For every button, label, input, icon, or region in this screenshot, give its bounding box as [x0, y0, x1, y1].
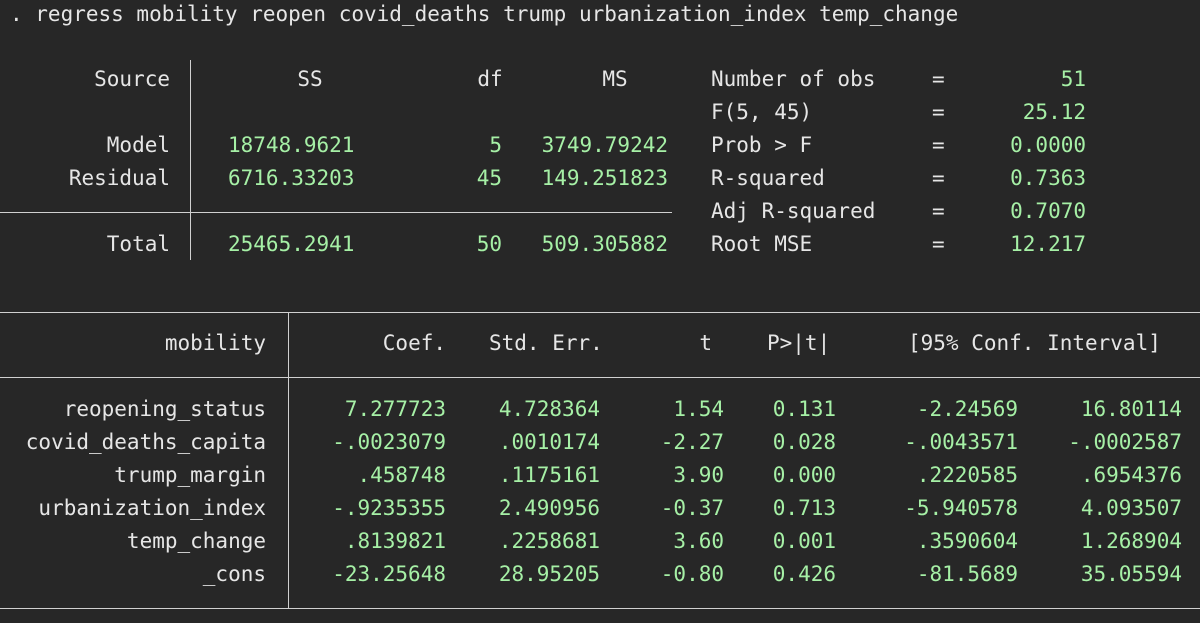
anova-row-ss: 18748.9621 — [228, 133, 355, 157]
coef-header-depvar: mobility — [164, 331, 266, 355]
coef-top-rule — [0, 312, 1200, 313]
anova-total-ms: 509.305882 — [541, 232, 668, 256]
stat-eq: = — [932, 199, 945, 223]
coef-row-ci-hi: .6954376 — [1080, 463, 1182, 487]
coef-vertical-rule — [288, 312, 289, 608]
coef-row-se: 2.490956 — [498, 496, 600, 520]
coef-row-t: -2.27 — [660, 430, 724, 454]
coef-bottom-rule — [0, 608, 1200, 609]
anova-row-source: Residual — [68, 166, 170, 190]
coef-header-coef: Coef. — [382, 331, 446, 355]
coef-header-ci: [95% Conf. Interval] — [908, 331, 1161, 355]
coef-row-ci-lo: -2.24569 — [916, 397, 1018, 421]
anova-header-ms: MS — [602, 67, 628, 91]
stat-value: 0.7070 — [1010, 199, 1086, 223]
stat-eq: = — [932, 100, 945, 124]
stat-value: 25.12 — [1022, 100, 1086, 124]
coef-row-coef: -.0023079 — [332, 430, 446, 454]
coef-row-t: 3.90 — [673, 463, 724, 487]
anova-row-df: 5 — [489, 133, 502, 157]
stat-eq: = — [932, 67, 945, 91]
coef-row-se: .2258681 — [498, 529, 600, 553]
anova-total-df: 50 — [476, 232, 502, 256]
stat-label: R-squared — [711, 166, 825, 190]
stat-label: Adj R-squared — [711, 199, 876, 223]
coef-row-t: 3.60 — [673, 529, 724, 553]
coef-header-se: Std. Err. — [489, 331, 603, 355]
coef-row-se: .0010174 — [498, 430, 600, 454]
coef-row-ci-hi: 16.80114 — [1080, 397, 1182, 421]
stat-value: 51 — [1060, 67, 1086, 91]
coef-row-coef: .458748 — [357, 463, 446, 487]
coef-row-se: 4.728364 — [498, 397, 600, 421]
anova-header-df: df — [477, 67, 503, 91]
anova-row-source: Model — [106, 133, 170, 157]
coef-row-ci-hi: 1.268904 — [1080, 529, 1182, 553]
coef-row-ci-lo: -5.940578 — [904, 496, 1018, 520]
anova-row-df: 45 — [476, 166, 502, 190]
anova-total-ss: 25465.2941 — [228, 232, 355, 256]
coef-header-t: t — [699, 331, 712, 355]
stat-value: 0.7363 — [1010, 166, 1086, 190]
coef-row-ci-hi: -.0002587 — [1068, 430, 1182, 454]
anova-header-ss: SS — [297, 67, 323, 91]
coef-row-coef: .8139821 — [344, 529, 446, 553]
coef-header-rule — [0, 377, 1200, 378]
coef-row-p: 0.713 — [772, 496, 836, 520]
coef-row-se: .1175161 — [498, 463, 600, 487]
coef-row-t: -0.80 — [660, 562, 724, 586]
stat-value: 12.217 — [1010, 232, 1086, 256]
coef-row-ci-lo: .2220585 — [916, 463, 1018, 487]
coef-row-p: 0.426 — [772, 562, 836, 586]
anova-vertical-rule — [190, 60, 191, 260]
coef-row-t: -0.37 — [660, 496, 724, 520]
coef-row-p: 0.131 — [772, 397, 836, 421]
stat-label: Prob > F — [711, 133, 813, 157]
coef-row-name: temp_change — [126, 529, 266, 553]
stat-value: 0.0000 — [1010, 133, 1086, 157]
anova-header-source: Source — [94, 67, 170, 91]
stat-eq: = — [932, 133, 945, 157]
coef-row-coef: 7.277723 — [344, 397, 446, 421]
coef-header-p: P>|t| — [767, 331, 831, 355]
coef-row-name: reopening_status — [63, 397, 266, 421]
anova-rule — [0, 212, 672, 213]
stat-eq: = — [932, 166, 945, 190]
coef-row-ci-hi: 4.093507 — [1080, 496, 1182, 520]
stat-label: Root MSE — [711, 232, 813, 256]
coef-row-name: covid_deaths_capita — [25, 430, 266, 454]
anova-row-ss: 6716.33203 — [228, 166, 355, 190]
coef-row-ci-lo: -81.5689 — [916, 562, 1018, 586]
coef-row-p: 0.001 — [772, 529, 836, 553]
stata-results-window: { "command": ". regress mobility reopen … — [0, 0, 1200, 623]
anova-total-source: Total — [106, 232, 170, 256]
stat-label: F(5, 45) — [711, 100, 813, 124]
command-line: . regress mobility reopen covid_deaths t… — [10, 2, 959, 26]
anova-row-ms: 3749.79242 — [541, 133, 668, 157]
coef-row-name: trump_margin — [114, 463, 266, 487]
coef-row-p: 0.028 — [772, 430, 836, 454]
stat-eq: = — [932, 232, 945, 256]
coef-row-ci-lo: .3590604 — [916, 529, 1018, 553]
coef-row-p: 0.000 — [772, 463, 836, 487]
coef-row-coef: -.9235355 — [332, 496, 446, 520]
coef-row-name: _cons — [202, 562, 266, 586]
anova-row-ms: 149.251823 — [541, 166, 668, 190]
coef-row-ci-lo: -.0043571 — [904, 430, 1018, 454]
stat-label: Number of obs — [711, 67, 876, 91]
coef-row-ci-hi: 35.05594 — [1080, 562, 1182, 586]
coef-row-name: urbanization_index — [38, 496, 266, 520]
coef-row-se: 28.95205 — [498, 562, 600, 586]
coef-row-coef: -23.25648 — [332, 562, 446, 586]
coef-row-t: 1.54 — [673, 397, 724, 421]
